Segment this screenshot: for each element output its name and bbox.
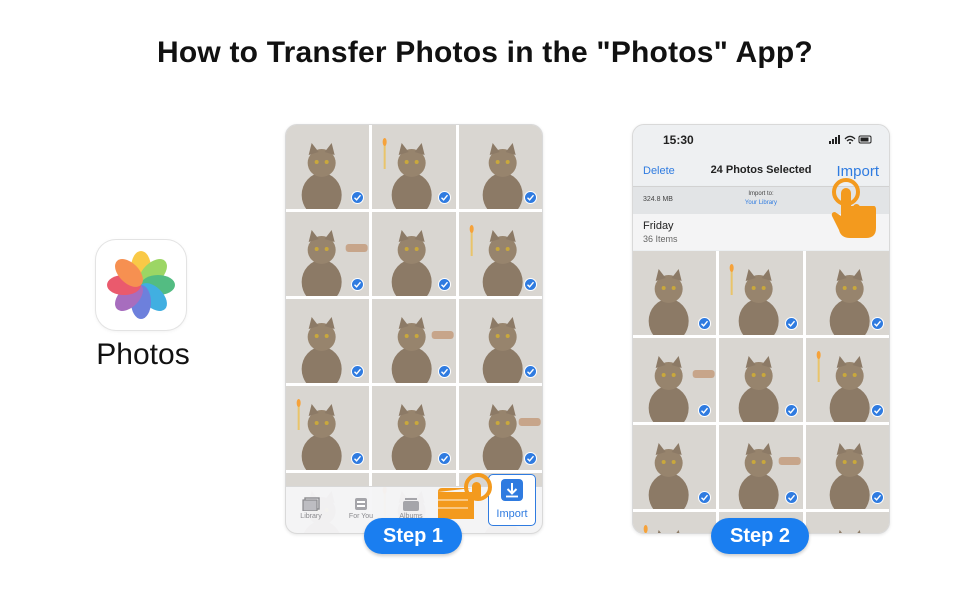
photo-thumbnail[interactable] <box>286 212 370 296</box>
photo-thumbnail[interactable] <box>372 386 456 470</box>
photo-grid <box>633 251 889 533</box>
selected-check-icon <box>524 191 537 204</box>
photo-thumbnail[interactable] <box>633 425 717 509</box>
status-bar: 15:30 <box>633 125 889 155</box>
photo-thumbnail[interactable] <box>372 299 456 383</box>
hand-pointer-icon <box>438 473 492 519</box>
tab-library-label: Library <box>300 513 322 520</box>
selected-check-icon <box>437 452 451 465</box>
photo-thumbnail[interactable] <box>633 512 717 533</box>
photo-thumbnail[interactable] <box>458 386 542 470</box>
page-title: How to Transfer Photos in the "Photos" A… <box>157 36 813 69</box>
photo-thumbnail[interactable] <box>458 125 542 209</box>
selected-check-icon <box>437 191 451 204</box>
photo-thumbnail[interactable] <box>286 299 370 383</box>
library-icon <box>302 497 320 511</box>
selected-check-icon <box>784 404 798 417</box>
photo-thumbnail[interactable] <box>458 212 542 296</box>
selected-check-icon <box>871 404 884 417</box>
app-name: Photos <box>96 338 190 371</box>
photo-thumbnail[interactable] <box>805 251 889 335</box>
selected-check-icon <box>871 317 884 330</box>
photo-thumbnail[interactable] <box>805 338 889 422</box>
photo-thumbnail[interactable] <box>633 338 717 422</box>
selected-check-icon <box>784 317 798 330</box>
photo-thumbnail[interactable] <box>633 251 717 335</box>
selected-check-icon <box>784 491 798 504</box>
photo-thumbnail[interactable] <box>372 212 456 296</box>
selected-check-icon <box>524 452 537 465</box>
photo-thumbnail[interactable] <box>286 386 370 470</box>
photo-thumbnail[interactable] <box>458 299 542 383</box>
photo-grid <box>286 125 542 533</box>
selected-check-icon <box>437 278 451 291</box>
selected-check-icon <box>437 365 451 378</box>
status-time: 15:30 <box>663 133 694 147</box>
selected-check-icon <box>871 491 884 504</box>
photos-app-icon[interactable] <box>96 240 186 330</box>
for-you-icon <box>355 498 367 510</box>
cat-photo <box>805 512 889 533</box>
albums-icon <box>403 498 419 511</box>
section-day: Friday <box>643 220 674 232</box>
phone-step1: Library For You Albums rch <box>285 124 543 534</box>
photo-thumbnail[interactable] <box>719 251 803 335</box>
selected-check-icon <box>524 365 537 378</box>
selected-check-icon <box>524 278 537 291</box>
cat-photo <box>633 512 717 533</box>
step2-badge: Step 2 <box>711 518 809 554</box>
import-icon <box>501 479 523 501</box>
status-icons <box>829 135 872 144</box>
tab-library[interactable]: Library <box>288 491 334 533</box>
step1-badge: Step 1 <box>364 518 462 554</box>
photo-thumbnail[interactable] <box>372 125 456 209</box>
photo-thumbnail[interactable] <box>719 425 803 509</box>
section-count: 36 Items <box>643 234 678 244</box>
hand-pointer-icon <box>831 178 876 238</box>
photo-thumbnail[interactable] <box>805 512 889 533</box>
photos-flower-icon <box>107 251 175 319</box>
photo-thumbnail[interactable] <box>805 425 889 509</box>
photo-thumbnail[interactable] <box>719 338 803 422</box>
photo-thumbnail[interactable] <box>286 125 370 209</box>
